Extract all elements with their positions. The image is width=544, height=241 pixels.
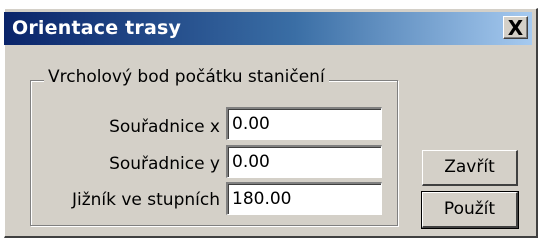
- close-icon: X: [507, 16, 524, 40]
- close-dialog-button[interactable]: Zavřít: [422, 150, 518, 186]
- field-label-y: Souřadnice y: [109, 154, 220, 174]
- field-label-x: Souřadnice x: [109, 117, 220, 137]
- apply-button[interactable]: Použít: [421, 191, 519, 229]
- azimuth-degrees-input[interactable]: 180.00: [226, 182, 382, 215]
- field-label-azimuth: Jižník ve stupních: [71, 190, 220, 210]
- window-title: Orientace trasy: [12, 17, 182, 39]
- coordinate-x-input[interactable]: 0.00: [226, 107, 382, 140]
- close-button[interactable]: X: [503, 16, 528, 40]
- groupbox-label: Vrcholový bod počátku staničení: [44, 67, 329, 87]
- coordinate-y-input[interactable]: 0.00: [226, 145, 382, 178]
- title-bar[interactable]: Orientace trasy X: [4, 12, 532, 45]
